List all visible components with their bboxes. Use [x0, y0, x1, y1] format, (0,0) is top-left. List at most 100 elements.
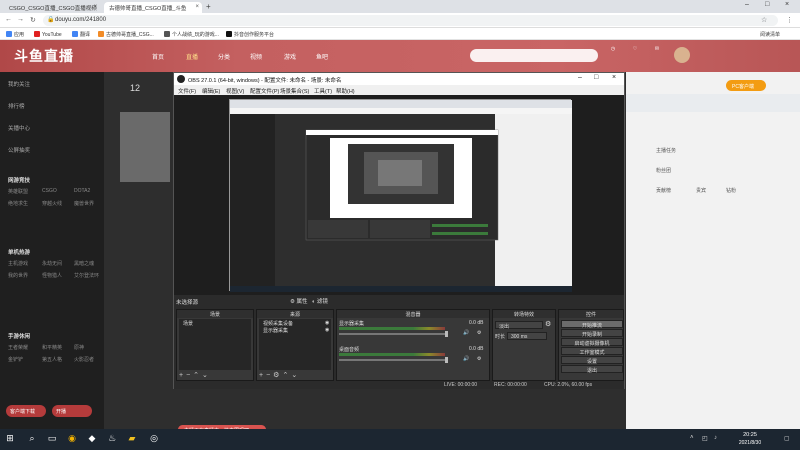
volume-slider[interactable]: [339, 359, 445, 361]
forward-icon[interactable]: →: [17, 16, 24, 23]
folder-icon[interactable]: ▰: [126, 433, 138, 445]
nav-video[interactable]: 视频: [250, 52, 262, 61]
windows-start-icon[interactable]: ⊞: [4, 433, 16, 445]
close-tab-icon[interactable]: ×: [195, 4, 199, 10]
sidebar-item-rank[interactable]: 排行榜: [8, 102, 25, 110]
right-label[interactable]: 粉丝团: [656, 167, 671, 174]
bookmark-stats[interactable]: 个人战绩_玩的游戏...: [164, 31, 219, 38]
bookmark-translate[interactable]: 翻译: [72, 31, 90, 38]
menu-help[interactable]: 帮助(H): [336, 87, 355, 95]
scenes-toolbar[interactable]: +−⌃⌄: [179, 371, 211, 379]
speaker-icon[interactable]: 🔊: [463, 356, 469, 362]
task-view-icon[interactable]: ▭: [46, 433, 58, 445]
sidebar-item-follow[interactable]: 我的关注: [8, 80, 30, 88]
url-field[interactable]: 🔒 douyu.com/241800 ☆: [43, 15, 778, 26]
bookmark-youtube[interactable]: YouTube: [34, 31, 62, 38]
new-tab-button[interactable]: +: [206, 2, 211, 11]
sidebar-game[interactable]: 我的世界: [8, 272, 28, 279]
settings-button[interactable]: 设置: [561, 356, 623, 365]
exit-button[interactable]: 退出: [561, 365, 623, 374]
app-icon[interactable]: ◆: [86, 433, 98, 445]
sidebar-item-center[interactable]: 关播中心: [8, 124, 30, 132]
chrome-icon[interactable]: ◉: [66, 433, 78, 445]
close-window-icon[interactable]: ×: [785, 1, 789, 8]
sidebar-game[interactable]: 绝地求生: [8, 200, 28, 207]
gear-icon[interactable]: ⚙: [477, 356, 481, 362]
minimize-icon[interactable]: –: [745, 1, 749, 8]
follow-icon[interactable]: ♡: [626, 46, 644, 52]
steam-icon[interactable]: ♨: [106, 433, 118, 445]
sidebar-game[interactable]: 金铲铲: [8, 356, 23, 363]
bookmark-douyu[interactable]: 古德帅哥直播_CSG...: [98, 31, 154, 38]
close-tab-icon[interactable]: ×: [93, 4, 97, 10]
chevron-up-icon[interactable]: ˄: [690, 435, 694, 441]
star-icon[interactable]: ☆: [761, 16, 767, 24]
filters-button[interactable]: ◐ 滤镜: [312, 297, 328, 305]
sidebar-item-lottery[interactable]: 公屏抽奖: [8, 146, 30, 154]
menu-profile[interactable]: 配置文件(P): [250, 87, 279, 95]
reload-icon[interactable]: ↻: [30, 16, 36, 24]
sidebar-game[interactable]: 魔兽世界: [74, 200, 94, 207]
browser-tab[interactable]: CSGO_CSGO直播_CSGO直播视频 ×: [4, 2, 100, 13]
sidebar-game[interactable]: 第五人格: [42, 356, 62, 363]
bookmark-douyin[interactable]: 抖音创作服务平台: [226, 31, 274, 38]
menu-icon[interactable]: ⋮: [786, 16, 793, 24]
duration-input[interactable]: 300 ms: [507, 332, 547, 340]
streamer-avatar[interactable]: [120, 112, 170, 182]
eye-icon[interactable]: ◉: [325, 320, 329, 326]
network-icon[interactable]: ◰: [702, 435, 708, 442]
clock-time[interactable]: 20:25: [730, 432, 770, 438]
notification-icon[interactable]: ▢: [784, 435, 790, 442]
nav-category[interactable]: 分类: [218, 52, 230, 61]
menu-file[interactable]: 文件(F): [178, 87, 196, 95]
site-logo[interactable]: 斗鱼直播: [14, 46, 74, 66]
volume-slider-handle[interactable]: [445, 357, 448, 363]
history-icon[interactable]: ◷: [604, 46, 622, 52]
nav-game[interactable]: 游戏: [284, 52, 296, 61]
sidebar-game[interactable]: 怪物猎人: [42, 272, 62, 279]
close-icon[interactable]: ×: [612, 74, 616, 81]
browser-tab-active[interactable]: 古德帅哥直播_CSGO直播_斗鱼 ×: [104, 2, 202, 13]
gear-icon[interactable]: ⚙: [545, 320, 551, 328]
sidebar-game[interactable]: 英雄联盟: [8, 188, 28, 195]
sidebar-game[interactable]: DOTA2: [74, 188, 90, 194]
list-item[interactable]: 场景: [183, 320, 193, 327]
bookmark-apps[interactable]: 应用: [6, 31, 24, 38]
obs-icon[interactable]: ◎: [148, 433, 160, 445]
minimize-icon[interactable]: –: [578, 74, 582, 81]
clock-date[interactable]: 2021/8/30: [730, 440, 770, 446]
search-input[interactable]: [470, 49, 598, 62]
nav-home[interactable]: 首页: [152, 52, 164, 61]
reading-list[interactable]: 阅读清单: [760, 31, 780, 38]
sidebar-game[interactable]: CSGO: [42, 188, 57, 194]
maximize-icon[interactable]: □: [594, 74, 598, 81]
list-item[interactable]: 显示器采集: [263, 327, 288, 334]
message-icon[interactable]: ✉: [648, 46, 666, 52]
right-label[interactable]: 主播任务: [656, 147, 676, 154]
right-label[interactable]: 钻粉: [726, 187, 736, 194]
sidebar-game[interactable]: 穿越火线: [42, 200, 62, 207]
download-client-button[interactable]: 客户端下载: [6, 405, 46, 417]
back-icon[interactable]: ←: [5, 16, 12, 23]
maximize-icon[interactable]: □: [765, 1, 769, 8]
sidebar-game[interactable]: 火影忍者: [74, 356, 94, 363]
sources-toolbar[interactable]: +−⚙⌃⌄: [259, 371, 300, 379]
right-label[interactable]: 贡献榜: [656, 187, 671, 194]
list-item[interactable]: 视频采集设备: [263, 320, 293, 327]
sidebar-game[interactable]: 和平精英: [42, 344, 62, 351]
virtual-camera-button[interactable]: 启动虚拟摄像机: [561, 338, 623, 347]
menu-tools[interactable]: 工具(T): [314, 87, 332, 95]
nav-yuba[interactable]: 鱼吧: [316, 52, 328, 61]
sources-list[interactable]: 视频采集设备 显示器采集 ◉ ◉: [259, 319, 331, 370]
menu-scene-collection[interactable]: 场景集合(S): [280, 87, 309, 95]
gear-icon[interactable]: ⚙: [477, 330, 481, 336]
search-icon[interactable]: ⌕: [26, 433, 38, 445]
avatar[interactable]: [674, 47, 690, 63]
menu-edit[interactable]: 编辑(E): [202, 87, 220, 95]
sidebar-game[interactable]: 艾尔登法环: [74, 272, 99, 279]
volume-slider[interactable]: [339, 333, 445, 335]
start-live-button[interactable]: 开播: [52, 405, 92, 417]
sidebar-game[interactable]: 黑暗之魂: [74, 260, 94, 267]
studio-mode-button[interactable]: 工作室模式: [561, 347, 623, 356]
eye-icon[interactable]: ◉: [325, 327, 329, 333]
